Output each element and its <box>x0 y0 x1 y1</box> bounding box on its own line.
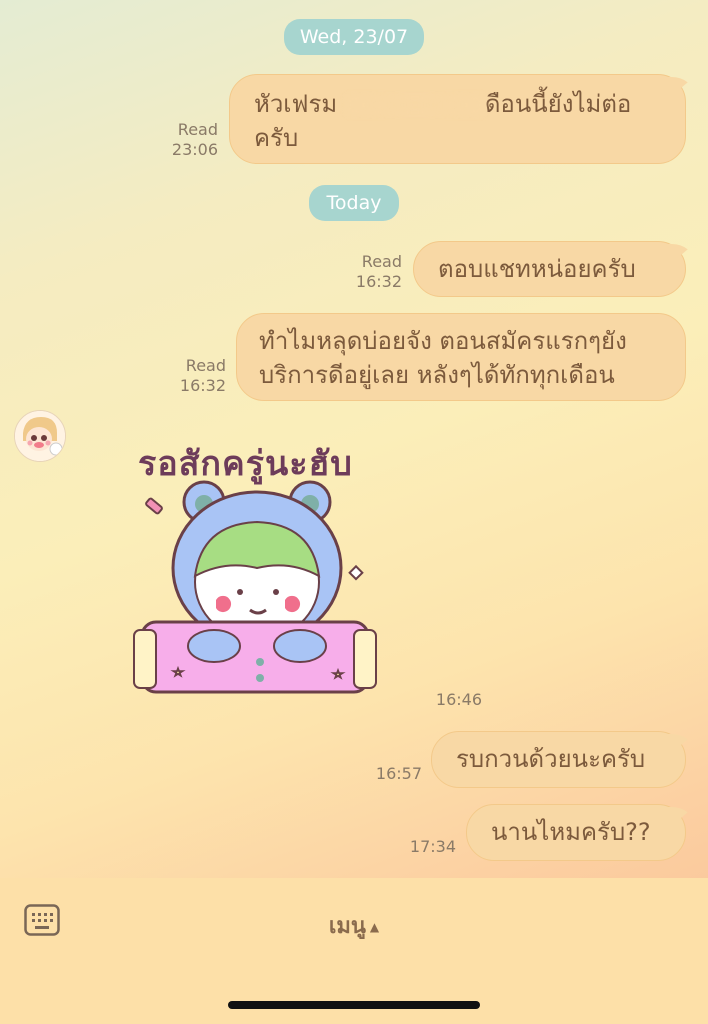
message-time: 16:32 <box>355 272 402 291</box>
message-bubble[interactable]: ทำไมหลุดบ่อยจัง ตอนสมัครแรกๆยัง บริการดี… <box>236 313 686 401</box>
message-bubble[interactable]: หัวเฟรม ดือนนี้ยังไม่ต่อ ครับ <box>229 74 686 164</box>
message-text: รบกวนด้วยนะครับ <box>456 745 646 773</box>
message-text: นานไหมครับ?? <box>491 818 651 846</box>
message-time: 17:34 <box>409 837 456 856</box>
menu-toggle[interactable]: เมนู ▲ <box>0 908 708 943</box>
message-bubble[interactable]: ตอบแชทหน่อยครับ <box>413 241 686 297</box>
home-indicator[interactable] <box>228 1001 480 1009</box>
menu-label: เมนู <box>328 914 366 939</box>
date-separator: Today <box>309 185 399 221</box>
redacted-text <box>344 94 485 116</box>
message-text-line: หัวเฟรม ดือนนี้ยังไม่ต่อ <box>254 87 661 121</box>
message-bubble[interactable]: รบกวนด้วยนะครับ <box>431 731 686 788</box>
message-text: ทำไมหลุดบ่อยจัง ตอนสมัครแรกๆยัง <box>259 327 627 355</box>
message-time: 16:32 <box>179 376 226 395</box>
avatar-image <box>15 411 65 461</box>
contact-avatar[interactable] <box>14 410 66 462</box>
message-text: ครับ <box>254 124 299 152</box>
read-status: Read <box>177 120 218 139</box>
read-status: Read <box>185 356 226 375</box>
sticker-image[interactable] <box>130 476 380 706</box>
message-text: ดือนนี้ยังไม่ต่อ <box>484 90 632 118</box>
message-text: ตอบแชทหน่อยครับ <box>438 255 636 283</box>
message-time: 16:57 <box>375 764 422 783</box>
message-bubble[interactable]: นานไหมครับ?? <box>466 804 686 861</box>
message-meta: Read 16:32 <box>344 252 402 292</box>
chat-area[interactable]: Wed, 23/07 Read 23:06 หัวเฟรม ดือนนี้ยัง… <box>0 0 708 878</box>
message-time: 16:46 <box>435 690 482 709</box>
message-time: 23:06 <box>171 140 218 159</box>
message-text: หัวเฟรม <box>254 90 338 118</box>
message-meta: Read 16:32 <box>168 356 226 396</box>
message-text: บริการดีอยู่เลย หลังๆได้ทักทุกเดือน <box>259 361 615 389</box>
date-separator: Wed, 23/07 <box>284 19 424 55</box>
message-meta: Read 23:06 <box>160 120 218 160</box>
read-status: Read <box>361 252 402 271</box>
caret-up-icon: ▲ <box>369 920 380 934</box>
